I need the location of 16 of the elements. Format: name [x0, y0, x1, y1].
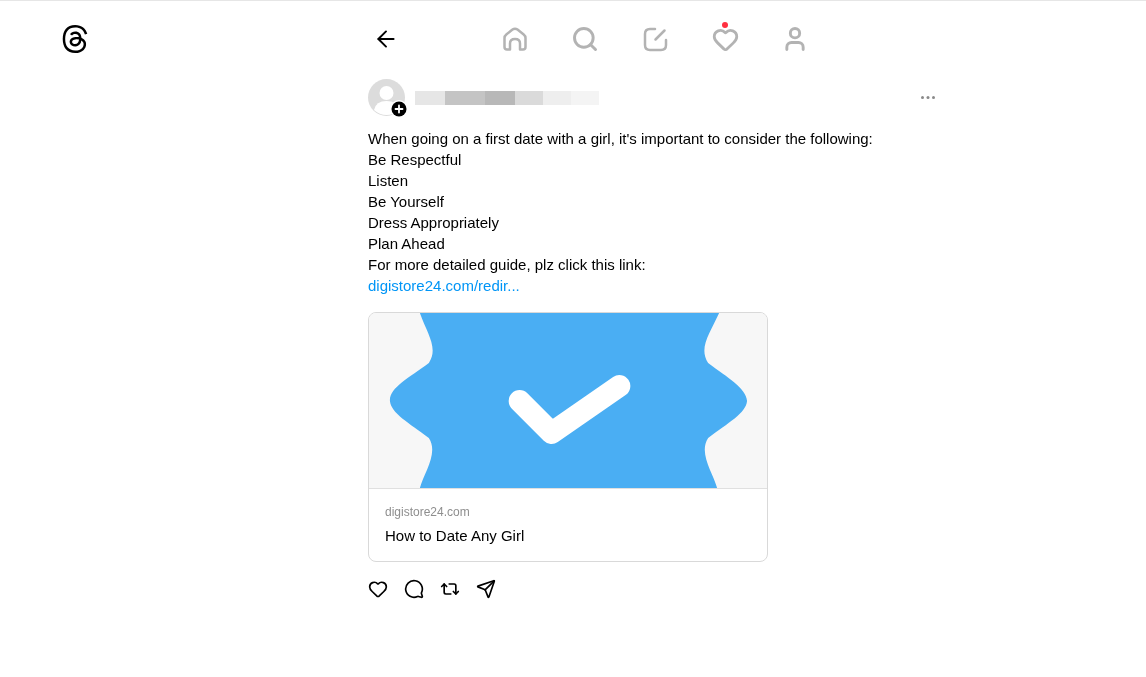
speech-bubble-icon	[404, 579, 424, 599]
home-icon	[502, 26, 528, 52]
link-domain: digistore24.com	[385, 504, 471, 520]
heart-icon	[368, 579, 388, 599]
like-button[interactable]	[368, 579, 388, 599]
link-preview-card[interactable]: digistore24.com How to Date Any Girl	[368, 312, 768, 562]
link-title: How to Date Any Girl	[385, 526, 526, 546]
share-button[interactable]	[476, 579, 496, 599]
threads-logo[interactable]	[61, 24, 89, 54]
compose-icon	[642, 26, 668, 52]
more-icon	[921, 96, 935, 99]
search-icon	[571, 25, 599, 53]
reply-button[interactable]	[404, 579, 424, 599]
share-icon	[476, 579, 496, 599]
plus-badge-icon[interactable]	[390, 100, 408, 118]
post-text: When going on a first date with a girl, it's important to consider the following: Be Respectful Listen Be Yourself Dress Appropriately Plan Ahead For more detailed guide, plz click this link:	[368, 129, 874, 275]
